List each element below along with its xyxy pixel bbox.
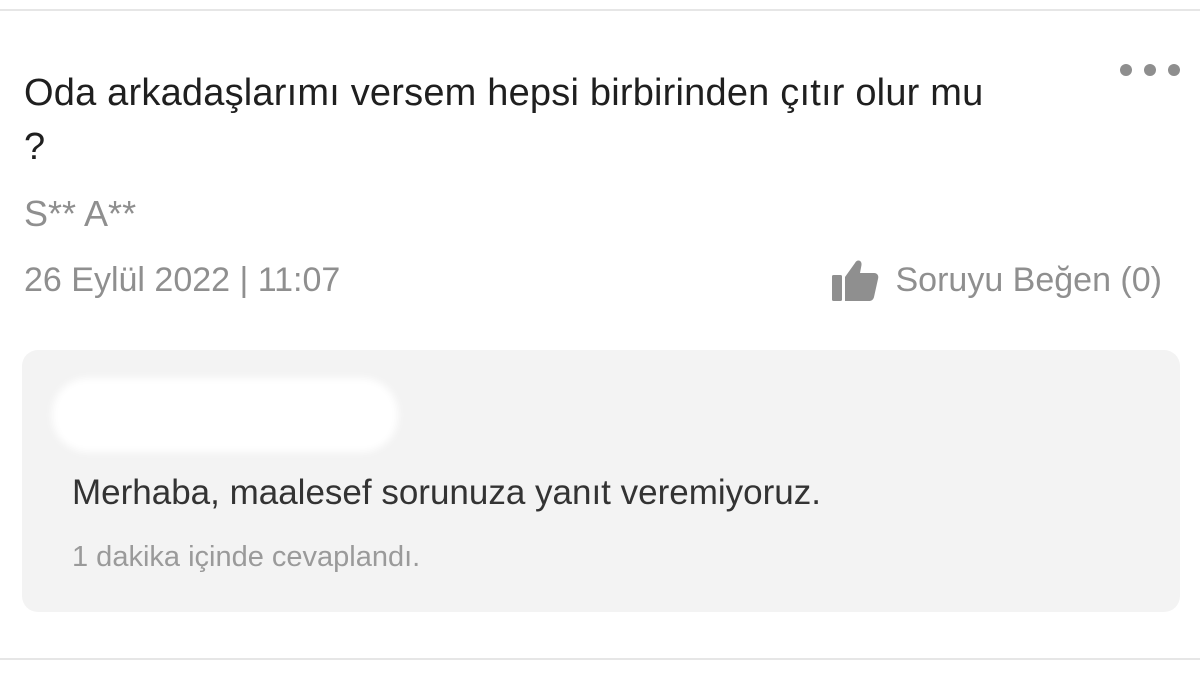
bottom-divider xyxy=(0,658,1200,660)
more-dots-icon xyxy=(1168,64,1180,76)
answer-card: Merhaba, maalesef sorunuza yanıt veremiy… xyxy=(22,350,1180,612)
like-question-button[interactable]: Soruyu Beğen (0) xyxy=(830,256,1163,304)
answerer-name-blurred xyxy=(52,378,398,452)
question-author: S** A** xyxy=(24,193,137,234)
top-divider xyxy=(0,9,1200,11)
question-datetime: 26 Eylül 2022 | 11:07 xyxy=(24,261,341,299)
question-page: Oda arkadaşlarımı versem hepsi birbirind… xyxy=(0,0,1200,675)
like-question-label: Soruyu Beğen (0) xyxy=(895,260,1163,299)
more-dots-icon xyxy=(1144,64,1156,76)
answer-text: Merhaba, maalesef sorunuza yanıt veremiy… xyxy=(72,473,821,512)
thumbs-up-icon xyxy=(830,257,880,303)
answer-response-time: 1 dakika içinde cevaplandı. xyxy=(72,541,421,573)
question-title: Oda arkadaşlarımı versem hepsi birbirind… xyxy=(24,72,984,168)
more-options-button[interactable] xyxy=(1120,58,1180,82)
more-dots-icon xyxy=(1120,64,1132,76)
